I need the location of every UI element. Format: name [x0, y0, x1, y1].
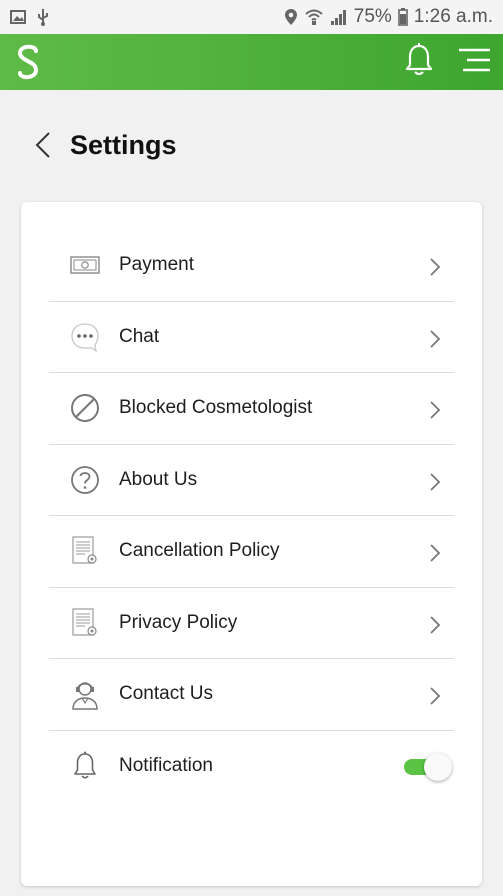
chevron-right-icon [430, 330, 441, 348]
toggle-knob [424, 753, 452, 782]
support-agent-icon [69, 678, 101, 710]
settings-item-notification: Notification [49, 731, 454, 803]
chevron-right-icon [430, 258, 441, 276]
chevron-right-icon [430, 616, 441, 634]
settings-item-label: Blocked Cosmetologist [119, 397, 313, 419]
settings-item-payment[interactable]: Payment [49, 230, 454, 302]
settings-item-cancellation-policy[interactable]: Cancellation Policy [49, 516, 454, 588]
wifi-icon [304, 8, 324, 26]
chat-icon [69, 321, 101, 353]
back-button[interactable] [28, 125, 58, 165]
app-bar [0, 34, 503, 90]
payment-icon [69, 249, 101, 281]
notification-toggle[interactable] [404, 751, 452, 782]
logo-icon[interactable] [12, 42, 44, 82]
battery-icon [397, 8, 408, 26]
settings-item-privacy-policy[interactable]: Privacy Policy [49, 588, 454, 659]
document-icon [69, 535, 101, 567]
settings-item-label: About Us [119, 468, 198, 490]
settings-list: Payment Chat Blocked Cosmetologist About… [49, 230, 454, 802]
settings-item-label: Privacy Policy [119, 611, 238, 633]
settings-item-contact-us[interactable]: Contact Us [49, 659, 454, 731]
blocked-icon [69, 392, 101, 424]
chevron-right-icon [430, 401, 441, 419]
gallery-icon [10, 9, 26, 25]
page-header: Settings [0, 90, 503, 200]
settings-item-label: Contact Us [119, 683, 213, 705]
document-icon [69, 607, 101, 639]
settings-item-blocked-cosmetologist[interactable]: Blocked Cosmetologist [49, 373, 454, 445]
chevron-left-icon [35, 132, 50, 158]
question-icon [69, 464, 101, 496]
bell-icon[interactable] [403, 42, 435, 83]
settings-item-chat[interactable]: Chat [49, 302, 454, 373]
bell-icon [69, 750, 101, 782]
status-bar: 75% 1:26 a.m. [0, 0, 503, 34]
battery-percent: 75% [353, 6, 392, 27]
usb-icon [36, 8, 50, 26]
signal-icon [330, 9, 348, 25]
status-left [10, 8, 50, 26]
status-right: 75% 1:26 a.m. [284, 6, 493, 28]
chevron-right-icon [430, 687, 441, 705]
page-title: Settings [70, 129, 177, 160]
settings-item-label: Chat [119, 325, 160, 347]
menu-icon[interactable] [457, 46, 491, 79]
app-actions [403, 42, 491, 83]
location-icon [284, 8, 298, 26]
chevron-right-icon [430, 544, 441, 562]
settings-card: Payment Chat Blocked Cosmetologist About… [21, 202, 482, 886]
chevron-right-icon [430, 473, 441, 491]
settings-item-label: Cancellation Policy [119, 540, 280, 562]
settings-item-about-us[interactable]: About Us [49, 445, 454, 516]
status-time: 1:26 a.m. [413, 6, 493, 27]
settings-item-label: Payment [119, 254, 194, 276]
